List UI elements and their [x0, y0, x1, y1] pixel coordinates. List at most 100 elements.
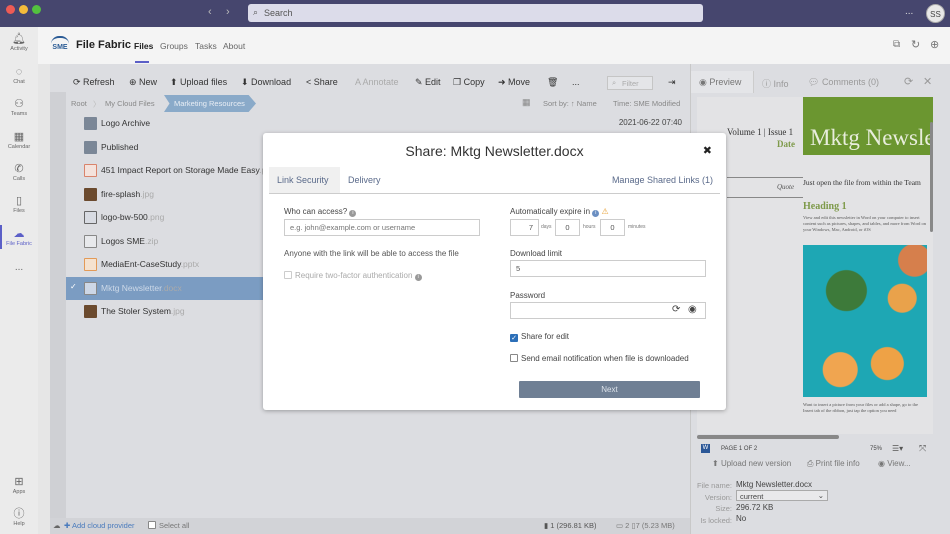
new-button[interactable]: ⊕ New: [129, 77, 157, 88]
app-name: File Fabric: [76, 39, 132, 51]
file-row[interactable]: Logo Archive 2021-06-22 07:40: [66, 112, 690, 135]
show-password-icon[interactable]: ◉: [688, 304, 697, 315]
rail-more-button[interactable]: ...: [0, 262, 38, 273]
who-can-access-input[interactable]: [284, 219, 480, 236]
view-button[interactable]: ◉ View...: [878, 459, 911, 468]
filter-input[interactable]: ⌕ Filter: [607, 76, 653, 90]
breadcrumb-marketing-resources[interactable]: Marketing Resources: [164, 95, 256, 112]
rail-item-help[interactable]: ⓘ Help: [0, 508, 38, 527]
search-input[interactable]: ⌕ Search: [248, 4, 703, 22]
share-dialog: Share: Mktg Newsletter.docx ✖ Link Secur…: [263, 133, 726, 410]
exit-icon[interactable]: ⇥: [668, 77, 676, 88]
tab-comments[interactable]: 💬︎ Comments (0): [808, 77, 879, 88]
view-mode-icon[interactable]: ☰▾: [892, 444, 903, 453]
tab-delivery[interactable]: Delivery: [348, 175, 381, 185]
rail-item-files[interactable]: ▯ Files: [0, 195, 38, 214]
info-icon: ⓘ: [762, 79, 774, 89]
pencil-icon: ✎: [415, 77, 426, 87]
version-select[interactable]: current ⌄: [736, 490, 828, 501]
active-tab-indicator: [135, 61, 149, 63]
trash-icon[interactable]: 🗑︎: [547, 77, 558, 88]
two-factor-checkbox[interactable]: Require two-factor authentication i: [284, 271, 422, 281]
select-all-checkbox[interactable]: Select all: [148, 521, 189, 530]
share-for-edit-checkbox[interactable]: ✓ Share for edit: [510, 332, 569, 342]
horizontal-scrollbar[interactable]: [697, 435, 839, 439]
sme-logo: SME: [51, 36, 69, 52]
search-icon: ⌕: [612, 78, 617, 87]
globe-icon[interactable]: ⊕: [930, 38, 939, 51]
rail-item-apps[interactable]: ⊞ Apps: [0, 476, 38, 495]
minimize-window-button[interactable]: [19, 5, 28, 14]
breadcrumb-my-cloud-files[interactable]: My Cloud Files: [105, 99, 155, 108]
upload-new-version-button[interactable]: ⬆ Upload new version: [712, 459, 791, 468]
apricots-image: [803, 245, 927, 397]
sort-by-button[interactable]: Sort by: ↑ Name: [543, 99, 597, 108]
download-button[interactable]: ⬇ Download: [241, 77, 291, 88]
popout-icon[interactable]: ⧉: [893, 39, 900, 50]
tab-tasks[interactable]: Tasks: [195, 41, 217, 51]
add-cloud-provider-link[interactable]: ✚ Add cloud provider: [64, 521, 135, 530]
download-limit-input[interactable]: [510, 260, 706, 277]
edit-button[interactable]: ✎ Edit: [415, 77, 441, 88]
grid-view-icon[interactable]: ▦: [522, 97, 531, 108]
bell-icon: 🔔︎: [12, 33, 26, 45]
checkbox: [284, 271, 292, 279]
back-arrow-icon[interactable]: ‹: [208, 6, 212, 18]
tab-about[interactable]: About: [223, 41, 245, 51]
rail-item-calls[interactable]: ✆ Calls: [0, 163, 38, 182]
rail-item-activity[interactable]: 🔔︎ Activity: [0, 33, 38, 52]
vertical-scrollbar[interactable]: [930, 122, 933, 232]
time-column-button[interactable]: Time: SME Modified: [613, 99, 680, 108]
email-notification-checkbox[interactable]: Send email notification when file is dow…: [510, 354, 689, 363]
more-options-button[interactable]: ...: [905, 6, 913, 17]
upload-button[interactable]: ⬆ Upload files: [170, 77, 227, 88]
avatar[interactable]: SS: [926, 4, 945, 23]
close-icon[interactable]: ✖: [703, 144, 712, 157]
tab-link-security[interactable]: Link Security: [269, 167, 340, 193]
tab-divider: [269, 193, 720, 194]
rail-item-chat[interactable]: ◌ Chat: [0, 66, 38, 85]
reload-icon[interactable]: ↻: [911, 38, 920, 51]
close-panel-icon[interactable]: ✕: [923, 75, 932, 88]
check-icon: ✓: [70, 281, 77, 291]
file-name: logo-bw-500.png: [101, 212, 165, 222]
checkbox-checked: ✓: [510, 334, 518, 342]
breadcrumb-separator: 〉: [93, 100, 101, 109]
zoom-level[interactable]: 75%: [870, 446, 882, 452]
next-button[interactable]: Next: [519, 381, 700, 398]
copy-button[interactable]: ❐ Copy: [453, 77, 485, 88]
manage-shared-links-link[interactable]: Manage Shared Links (1): [612, 175, 713, 185]
expire-days-input[interactable]: [510, 219, 539, 236]
generate-password-icon[interactable]: ⟳: [672, 304, 680, 315]
rail-item-file-fabric[interactable]: ☁ File Fabric: [0, 225, 38, 249]
close-window-button[interactable]: [6, 5, 15, 14]
maximize-window-button[interactable]: [32, 5, 41, 14]
refresh-button[interactable]: ⟳ Refresh: [73, 77, 115, 88]
forward-arrow-icon[interactable]: ›: [226, 6, 230, 18]
phone-icon: ✆: [14, 163, 24, 175]
version-label: Version:: [704, 492, 732, 502]
breadcrumb-root[interactable]: Root: [71, 99, 87, 108]
minutes-unit: minutes: [628, 224, 646, 230]
expire-hours-input[interactable]: [555, 219, 580, 236]
more-actions-button[interactable]: ...: [572, 77, 580, 87]
expire-minutes-input[interactable]: [600, 219, 625, 236]
print-file-info-button[interactable]: ⎙ Print file info: [807, 459, 860, 469]
tab-groups[interactable]: Groups: [160, 41, 188, 51]
warning-icon: ⚠: [601, 207, 609, 216]
tab-preview[interactable]: ◉ Preview: [699, 77, 741, 88]
rail-item-teams[interactable]: ⚇ Teams: [0, 98, 38, 117]
move-button[interactable]: ➜ Move: [498, 77, 530, 88]
refresh-icon[interactable]: ⟳: [904, 75, 913, 88]
selected-count: ▮ 1 (296.81 KB): [544, 521, 597, 530]
annotate-button[interactable]: A Annotate: [355, 77, 399, 87]
size-value: 296.72 KB: [736, 503, 774, 512]
file-name-value: Mktg Newsletter.docx: [736, 480, 813, 489]
file-icon: ▯: [15, 195, 23, 207]
rail-item-calendar[interactable]: ▦ Calendar: [0, 131, 38, 150]
share-button[interactable]: < Share: [306, 77, 338, 87]
tab-files[interactable]: Files: [134, 41, 153, 51]
info-icon: i: [414, 274, 422, 281]
tab-info[interactable]: ⓘ Info: [762, 77, 789, 90]
fullscreen-icon[interactable]: ⤧: [919, 443, 926, 454]
